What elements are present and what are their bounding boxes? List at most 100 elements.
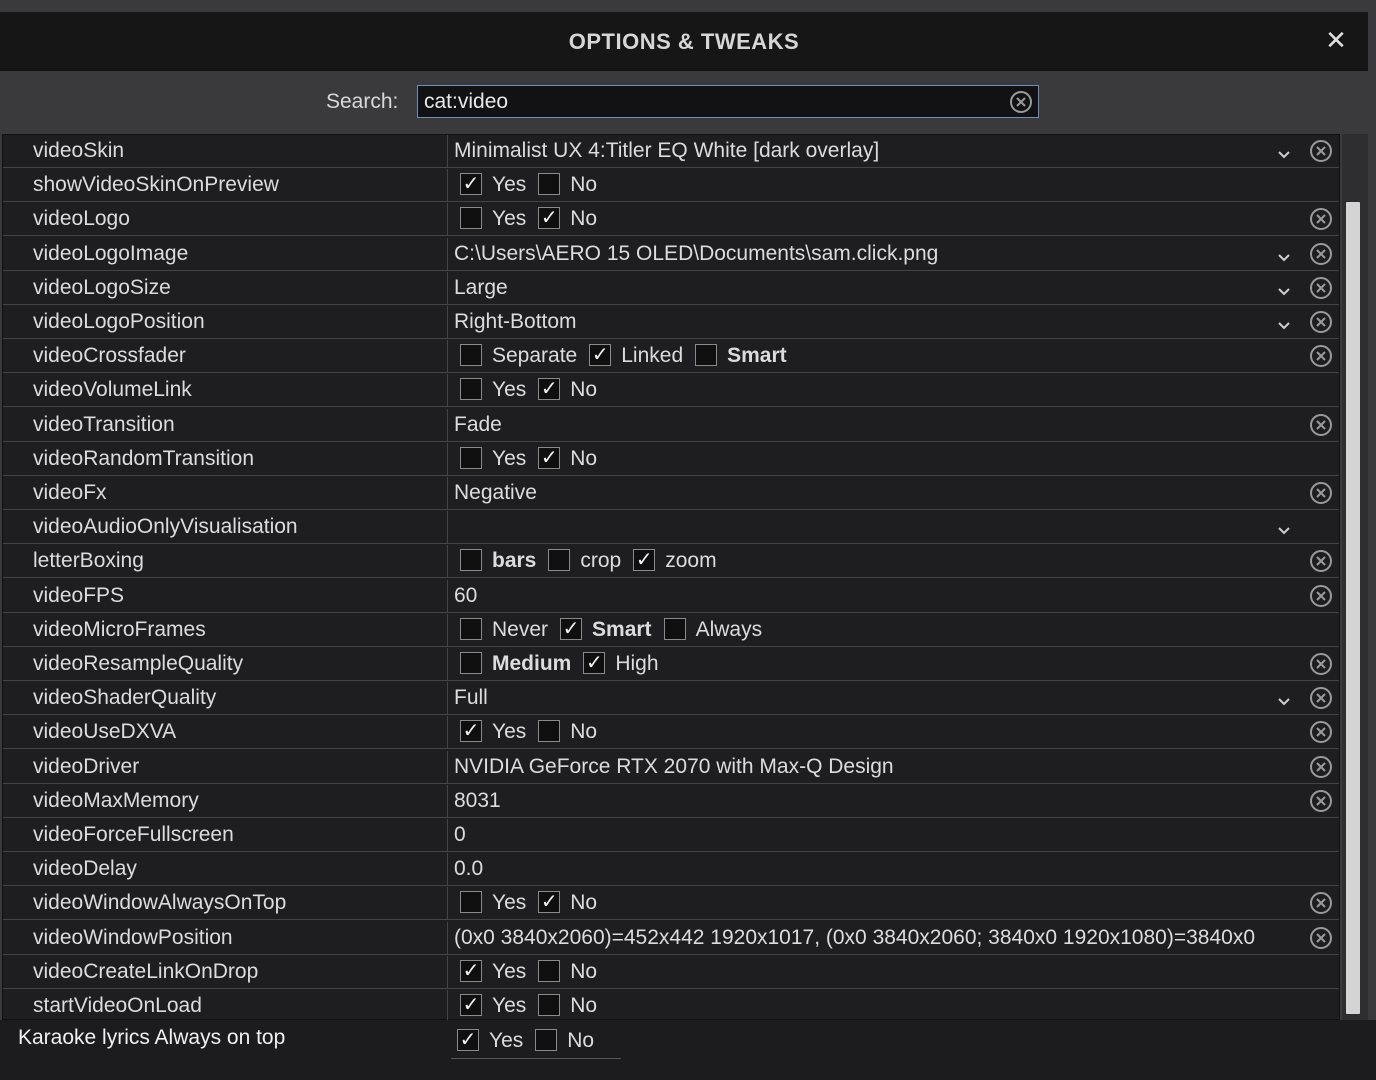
option-value[interactable]	[448, 511, 1339, 544]
checkbox[interactable]: ✓	[538, 378, 561, 401]
search-input[interactable]	[424, 89, 1004, 115]
reset-icon[interactable]	[1309, 789, 1333, 818]
checkbox-option[interactable]: ✓ No	[532, 374, 597, 406]
checkbox-option[interactable]: ✓ No	[532, 443, 597, 475]
checkbox-option[interactable]: crop	[542, 545, 621, 577]
option-value[interactable]: ✓ Yes No	[448, 716, 1339, 749]
option-value[interactable]: 60	[448, 580, 1339, 613]
option-text-value[interactable]: Fade	[454, 409, 502, 441]
checkbox[interactable]	[538, 173, 561, 196]
checkbox[interactable]	[460, 344, 482, 367]
option-select-value[interactable]: Minimalist UX 4:Titler EQ White [dark ov…	[454, 135, 879, 167]
reset-icon[interactable]	[1309, 242, 1333, 271]
option-text-value[interactable]: 8031	[454, 785, 501, 817]
checkbox[interactable]	[538, 959, 561, 982]
reset-icon[interactable]	[1309, 755, 1333, 784]
option-select-value[interactable]: Full	[454, 682, 488, 714]
option-select-value[interactable]: C:\Users\AERO 15 OLED\Documents\sam.clic…	[454, 238, 938, 270]
option-value[interactable]: Yes ✓ No	[448, 887, 1339, 920]
option-text-value[interactable]: NVIDIA GeForce RTX 2070 with Max-Q Desig…	[454, 751, 894, 783]
checkbox[interactable]	[548, 549, 571, 572]
checkbox-option[interactable]: No	[532, 169, 597, 201]
checkbox[interactable]: ✓	[583, 651, 606, 674]
checkbox-option[interactable]: Yes	[454, 374, 526, 406]
close-button[interactable]: ✕	[1322, 26, 1350, 54]
reset-icon[interactable]	[1309, 652, 1333, 681]
checkbox[interactable]: ✓	[538, 891, 561, 914]
option-value[interactable]: Right-Bottom	[448, 306, 1339, 339]
checkbox-option[interactable]: Medium	[454, 648, 571, 680]
option-value[interactable]: Full	[448, 682, 1339, 715]
option-text-value[interactable]: (0x0 3840x2060)=452x442 1920x1017, (0x0 …	[454, 922, 1255, 954]
checkbox[interactable]	[460, 446, 482, 469]
reset-icon[interactable]	[1309, 891, 1333, 920]
checkbox[interactable]: ✓	[460, 720, 482, 743]
checkbox-option[interactable]: ✓ High	[577, 648, 659, 680]
option-value[interactable]: C:\Users\AERO 15 OLED\Documents\sam.clic…	[448, 238, 1339, 271]
option-value[interactable]: (0x0 3840x2060)=452x442 1920x1017, (0x0 …	[448, 922, 1339, 955]
option-value[interactable]: Never ✓ Smart Always	[448, 614, 1339, 647]
checkbox-option[interactable]: ✓ Smart	[554, 614, 652, 646]
chevron-down-icon[interactable]	[1277, 687, 1291, 706]
reset-icon[interactable]	[1309, 720, 1333, 749]
checkbox-option[interactable]: Separate	[454, 340, 577, 372]
option-value[interactable]: 8031	[448, 785, 1339, 818]
reset-icon[interactable]	[1309, 139, 1333, 168]
option-select-value[interactable]: Right-Bottom	[454, 306, 577, 338]
reset-icon[interactable]	[1309, 344, 1333, 373]
chevron-down-icon[interactable]	[1277, 516, 1291, 535]
reset-icon[interactable]	[1309, 481, 1333, 510]
reset-icon[interactable]	[1309, 276, 1333, 305]
option-text-value[interactable]: Negative	[454, 477, 537, 509]
chevron-down-icon[interactable]	[1277, 243, 1291, 262]
checkbox[interactable]: ✓	[560, 617, 583, 640]
checkbox[interactable]	[538, 993, 561, 1016]
checkbox-option[interactable]: ✓ Yes	[451, 1026, 523, 1056]
checkbox[interactable]	[460, 207, 482, 230]
option-value[interactable]: Negative	[448, 477, 1339, 510]
checkbox[interactable]	[460, 549, 482, 572]
option-value[interactable]: Medium ✓ High	[448, 648, 1339, 681]
checkbox-option[interactable]: ✓ Yes	[454, 990, 526, 1022]
option-select-value[interactable]: Large	[454, 272, 508, 304]
checkbox-option[interactable]: No	[532, 990, 597, 1022]
option-text-value[interactable]: 0	[454, 819, 466, 851]
checkbox-option[interactable]: No	[532, 716, 597, 748]
checkbox[interactable]	[663, 617, 686, 640]
chevron-down-icon[interactable]	[1277, 277, 1291, 296]
reset-icon[interactable]	[1309, 207, 1333, 236]
checkbox-option[interactable]: Yes	[454, 203, 526, 235]
option-value[interactable]: Minimalist UX 4:Titler EQ White [dark ov…	[448, 135, 1339, 168]
chevron-down-icon[interactable]	[1277, 311, 1291, 330]
checkbox[interactable]: ✓	[633, 549, 656, 572]
checkbox-option[interactable]: ✓ No	[532, 887, 597, 919]
reset-icon[interactable]	[1309, 926, 1333, 955]
option-text-value[interactable]: 0.0	[454, 853, 483, 885]
checkbox-option[interactable]: Smart	[689, 340, 787, 372]
option-value[interactable]: Fade	[448, 409, 1339, 442]
vertical-scrollbar[interactable]	[1342, 134, 1368, 1020]
checkbox-option[interactable]: ✓ No	[532, 203, 597, 235]
close-icon[interactable]: ✕	[1325, 25, 1347, 55]
checkbox-option[interactable]: Never	[454, 614, 548, 646]
option-value[interactable]: 0	[448, 819, 1339, 852]
option-value[interactable]: NVIDIA GeForce RTX 2070 with Max-Q Desig…	[448, 751, 1339, 784]
checkbox-option[interactable]: ✓ zoom	[627, 545, 717, 577]
checkbox-option[interactable]: ✓ Linked	[583, 340, 683, 372]
option-value[interactable]: ✓ Yes No	[448, 956, 1339, 989]
checkbox[interactable]: ✓	[460, 173, 482, 196]
checkbox[interactable]	[460, 891, 482, 914]
option-value[interactable]: Yes ✓ No	[448, 203, 1339, 236]
reset-icon[interactable]	[1309, 549, 1333, 578]
checkbox[interactable]: ✓	[460, 993, 482, 1016]
checkbox[interactable]: ✓	[538, 207, 561, 230]
scrollbar-thumb[interactable]	[1346, 202, 1360, 1014]
reset-icon[interactable]	[1309, 310, 1333, 339]
search-box[interactable]	[417, 85, 1039, 118]
checkbox[interactable]	[538, 720, 561, 743]
reset-icon[interactable]	[1309, 686, 1333, 715]
checkbox[interactable]: ✓	[457, 1028, 479, 1051]
option-value[interactable]: bars crop ✓ zoom	[448, 545, 1339, 578]
checkbox-option[interactable]: ✓ Yes	[454, 956, 526, 988]
checkbox-option[interactable]: Always	[658, 614, 762, 646]
